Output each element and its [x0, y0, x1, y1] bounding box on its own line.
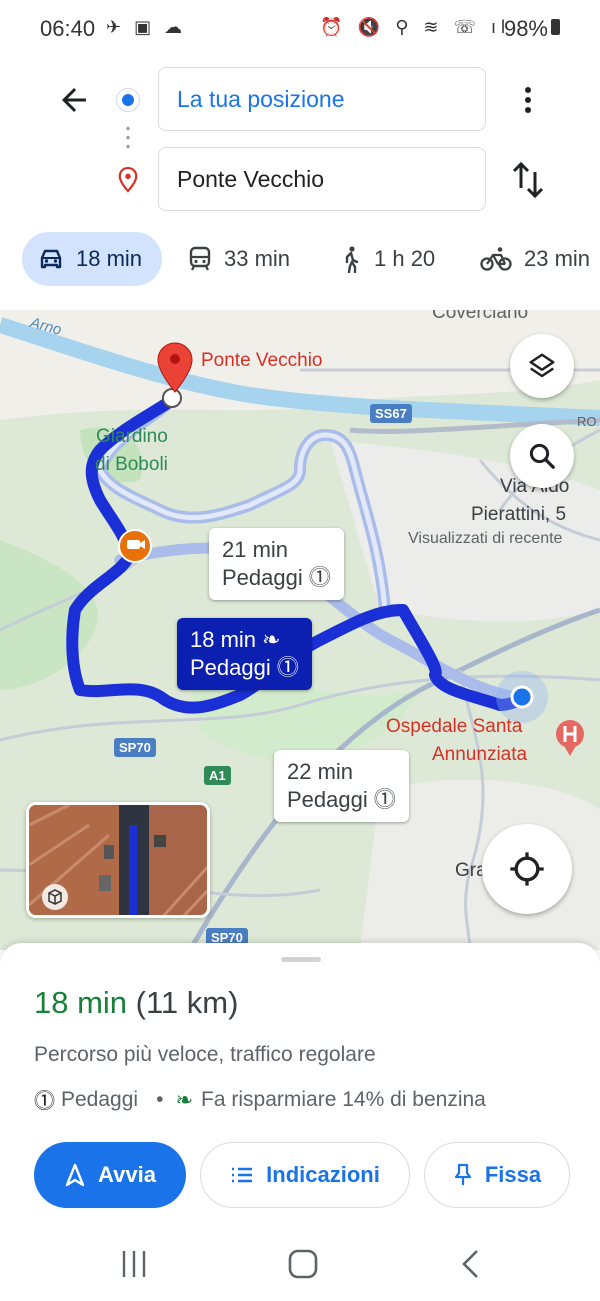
destination-field[interactable]: Ponte Vecchio [158, 147, 486, 211]
tab-cycling[interactable]: 23 min [480, 232, 590, 286]
map-view[interactable]: Ponte Vecchio Arno Giardino di Boboli Co… [0, 310, 600, 950]
pin-icon [454, 1163, 471, 1185]
leaf-icon: ❧ [175, 1088, 194, 1112]
route-distance: (11 km) [135, 985, 239, 1020]
map-label-destination[interactable]: Ponte Vecchio [201, 350, 322, 372]
start-button[interactable]: Avvia [34, 1142, 186, 1208]
origin-field[interactable]: La tua posizione [158, 67, 486, 131]
tab-cycling-label: 23 min [524, 246, 591, 271]
route-notes: ⓵ Pedaggi • ❧ Fa risparmiare 14% di benz… [34, 1085, 486, 1115]
tolls-label: Pedaggi [61, 1088, 139, 1111]
crosshair-icon [510, 852, 544, 886]
toll-icon: ⓵ [34, 1090, 55, 1113]
transit-icon [189, 246, 211, 271]
battery-level: 98% [503, 16, 548, 41]
map-label-hospital-line2: Annunziata [432, 744, 528, 765]
route-callout-18min[interactable]: 18 min ❧ Pedaggi ⓵ [177, 618, 312, 690]
fuel-saving-label: Fa risparmiare 14% di benzina [201, 1088, 486, 1111]
start-button-label: Avvia [98, 1162, 156, 1187]
toll-icon: ⓵ [308, 565, 331, 590]
map-label-ro: RO [577, 414, 597, 429]
destination-pin-icon [117, 166, 139, 193]
road-badge-ss67: SS67 [370, 404, 412, 423]
route-note: Pedaggi [222, 565, 303, 590]
list-icon [232, 1167, 253, 1183]
notification-icons: ✈ ▣ ☁ [106, 17, 187, 37]
status-bar: 06:40 ✈ ▣ ☁ ⏰ 🔇 ⚲ ≋ ☏ ıl 98% [0, 0, 600, 58]
tab-walking[interactable]: 1 h 20 [340, 232, 435, 286]
my-location-button[interactable] [482, 824, 572, 914]
system-icons: ⏰ 🔇 ⚲ ≋ ☏ ıl [320, 17, 510, 37]
separator-dot: • [156, 1088, 164, 1111]
map-label-park-line1: Giardino [96, 426, 168, 447]
tab-transit-label: 33 min [224, 246, 291, 271]
street-view-thumbnail[interactable] [26, 802, 210, 918]
home-icon[interactable] [288, 1249, 318, 1279]
route-callout-21min[interactable]: 21 min Pedaggi ⓵ [209, 528, 344, 600]
route-callout-22min[interactable]: 22 min Pedaggi ⓵ [274, 750, 409, 822]
sheet-drag-handle[interactable] [281, 957, 321, 962]
recent-apps-icon[interactable] [122, 1251, 146, 1277]
road-badge-sp70: SP70 [114, 738, 156, 757]
tab-driving-label: 18 min [76, 246, 143, 271]
pin-button-label: Fissa [484, 1162, 542, 1187]
swap-icon[interactable] [510, 160, 546, 200]
route-time: 18 min [190, 627, 257, 652]
route-duration: 18 min [34, 985, 128, 1020]
more-options-icon[interactable] [516, 82, 540, 118]
route-description: Percorso più veloce, traffico regolare [34, 1043, 376, 1066]
route-time: 22 min [287, 759, 354, 784]
search-icon [529, 443, 555, 469]
toll-icon: ⓵ [373, 787, 396, 812]
map-label-hospital-line1: Ospedale Santa [386, 716, 523, 737]
tab-walking-label: 1 h 20 [374, 246, 436, 271]
navigation-arrow-icon [65, 1163, 85, 1187]
toll-icon: ⓵ [276, 655, 299, 680]
route-summary: 18 min (11 km) [34, 985, 238, 1021]
layers-icon [529, 353, 555, 378]
layers-button[interactable] [510, 334, 574, 398]
map-label-coverciano: Coverciano [432, 310, 529, 323]
back-arrow-icon[interactable] [56, 82, 92, 118]
battery-icon [551, 19, 560, 35]
back-nav-icon[interactable] [462, 1250, 478, 1278]
route-note: Pedaggi [287, 787, 368, 812]
directions-list-button[interactable]: Indicazioni [200, 1142, 410, 1208]
road-badge-a1: A1 [204, 766, 231, 785]
tab-driving[interactable]: 18 min [22, 232, 162, 286]
origin-dot-icon [117, 89, 139, 111]
map-label-park-line2: di Boboli [95, 454, 168, 475]
bike-icon [480, 247, 512, 271]
street-view-image [29, 805, 207, 915]
route-note: Pedaggi [190, 655, 271, 680]
directions-list-label: Indicazioni [266, 1162, 380, 1187]
system-nav-bar [0, 1231, 600, 1301]
map-label-recent: Visualizzati di recente [408, 530, 563, 547]
status-time: 06:40 [40, 16, 96, 41]
search-button[interactable] [510, 424, 574, 488]
car-icon [40, 249, 62, 269]
pin-button[interactable]: Fissa [424, 1142, 570, 1208]
leaf-icon: ❧ [262, 627, 281, 652]
route-time: 21 min [222, 537, 289, 562]
travel-mode-tabs: 18 min 33 min 1 h 20 23 min [0, 232, 600, 286]
tab-transit[interactable]: 33 min [188, 232, 290, 286]
map-label-street-line2: Pierattini, 5 [471, 504, 567, 525]
route-dots-icon [126, 124, 130, 152]
walk-icon [345, 246, 359, 273]
